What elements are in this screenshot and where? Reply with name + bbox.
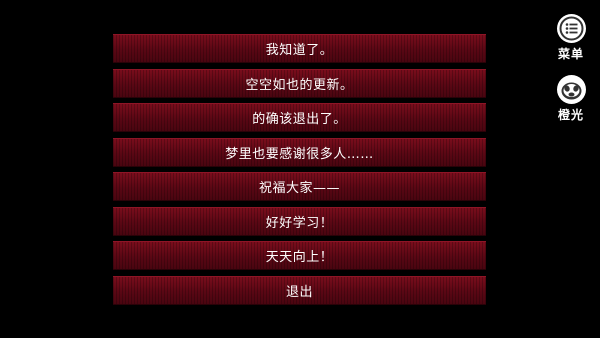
chengguang-logo-icon [556,75,586,104]
chengguang-button[interactable]: 橙光 [552,75,590,123]
menu-list-icon [556,14,586,43]
choice-option-quit[interactable]: 退出 [113,275,486,305]
menu-label: 菜单 [557,47,584,61]
choice-option-6[interactable]: 好好学习！ [113,206,486,236]
menu-button[interactable]: 菜单 [552,14,590,62]
choice-option-4[interactable]: 梦里也要感谢很多人…… [113,137,486,167]
choice-option-7[interactable]: 天天向上！ [113,241,486,270]
chengguang-label: 橙光 [557,108,584,122]
choice-option-3[interactable]: 的确该退出了。 [113,103,486,132]
choice-option-2[interactable]: 空空如也的更新。 [113,68,486,98]
choice-list: 我知道了。 空空如也的更新。 的确该退出了。 梦里也要感谢很多人…… 祝福大家—… [113,34,486,310]
choice-option-1[interactable]: 我知道了。 [113,34,486,63]
choice-option-5[interactable]: 祝福大家—— [113,172,486,201]
